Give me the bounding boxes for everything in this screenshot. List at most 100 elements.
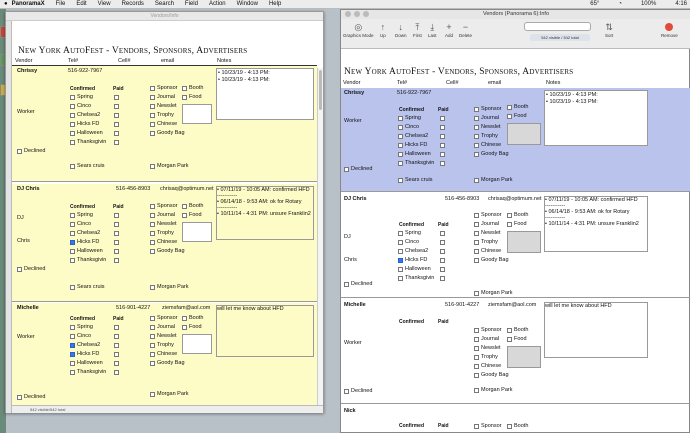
sponsor-checkbox[interactable] [150, 86, 155, 91]
chinese-checkbox[interactable] [150, 352, 155, 357]
paid-checkbox[interactable] [114, 104, 119, 109]
email-field[interactable]: chrisaq@optimum.net [488, 196, 542, 202]
booth-checkbox[interactable] [182, 86, 187, 91]
newsletter-checkbox[interactable] [474, 231, 479, 236]
delete-button[interactable]: − Delete [459, 21, 472, 38]
newsletter-checkbox[interactable] [150, 334, 155, 339]
confirmed-halloween-checkbox[interactable] [70, 249, 75, 254]
vendor-name[interactable]: Nick [344, 408, 356, 414]
confirmed-thanksgiving-checkbox[interactable] [398, 161, 403, 166]
notes-field[interactable]: • 07/11/19 - 10:05 AM: confirmed HFD ---… [216, 186, 314, 240]
vendor-line3[interactable]: Chris [344, 257, 357, 263]
paid-checkbox[interactable] [440, 161, 445, 166]
confirmed-hicks-checkbox[interactable] [70, 352, 75, 357]
notes-field[interactable]: • 07/11/19 - 10:05 AM: confirmed HFD ---… [544, 196, 648, 252]
goody-bag-checkbox[interactable] [474, 373, 479, 378]
goody-bag-checkbox[interactable] [150, 131, 155, 136]
menu-help[interactable]: Help [269, 1, 281, 7]
last-button[interactable]: ⤓ Last [428, 21, 437, 38]
vendor-name[interactable]: Michelle [344, 302, 366, 308]
paid-checkbox[interactable] [114, 122, 119, 127]
confirmed-cinco-checkbox[interactable] [398, 240, 403, 245]
chinese-checkbox[interactable] [150, 122, 155, 127]
confirmed-halloween-checkbox[interactable] [70, 131, 75, 136]
minimize-icon[interactable] [354, 11, 360, 17]
paid-checkbox[interactable] [440, 116, 445, 121]
down-button[interactable]: ↓ Down [395, 21, 407, 38]
confirmed-spring-checkbox[interactable] [398, 231, 403, 236]
vendor-name[interactable]: Chrissy [17, 68, 37, 74]
paid-checkbox[interactable] [114, 140, 119, 145]
goody-bag-checkbox[interactable] [474, 258, 479, 263]
scroll-thumb[interactable] [319, 70, 322, 110]
sort-button[interactable]: ⇅ Sort [605, 21, 613, 38]
paid-checkbox[interactable] [440, 267, 445, 272]
journal-checkbox[interactable] [150, 325, 155, 330]
vendor-name[interactable]: DJ Chris [17, 186, 40, 192]
booth-notes-field[interactable] [507, 346, 541, 368]
vendor-name[interactable]: Michelle [17, 305, 39, 311]
newsletter-checkbox[interactable] [150, 222, 155, 227]
menu-view[interactable]: View [98, 1, 111, 7]
menu-window[interactable]: Window [237, 1, 258, 7]
journal-checkbox[interactable] [150, 95, 155, 100]
confirmed-hicks-checkbox[interactable] [70, 122, 75, 127]
tel-field[interactable]: 516-901-4227 [445, 302, 479, 308]
booth-notes-field[interactable] [507, 123, 541, 145]
confirmed-thanksgiving-checkbox[interactable] [70, 370, 75, 375]
trophy-checkbox[interactable] [150, 113, 155, 118]
confirmed-cinco-checkbox[interactable] [70, 334, 75, 339]
tel-field[interactable]: 516-456-8903 [445, 196, 479, 202]
booth-notes-field[interactable] [182, 104, 212, 124]
trophy-checkbox[interactable] [150, 231, 155, 236]
trophy-checkbox[interactable] [150, 343, 155, 348]
left-scrollbar[interactable] [317, 68, 323, 405]
tel-field[interactable]: 516-922-7967 [68, 68, 102, 74]
remove-button[interactable]: Remove [661, 21, 678, 38]
tel-field[interactable]: 516-456-8903 [116, 186, 150, 192]
notes-field[interactable]: • 10/23/19 - 4:13 PM: • 10/23/19 - 4:13 … [216, 68, 314, 120]
chinese-checkbox[interactable] [150, 240, 155, 245]
email-field[interactable]: ziemsfam@aol.com [162, 305, 210, 311]
declined-checkbox[interactable] [17, 267, 22, 272]
sears-checkbox[interactable] [398, 178, 403, 183]
record-dj-chris[interactable]: DJ Chris 516-456-8903 chrisaq@optimum.ne… [12, 184, 317, 302]
paid-checkbox[interactable] [114, 113, 119, 118]
paid-checkbox[interactable] [440, 134, 445, 139]
paid-checkbox[interactable] [440, 143, 445, 148]
menu-edit[interactable]: Edit [76, 1, 86, 7]
sponsor-checkbox[interactable] [474, 213, 479, 218]
chinese-checkbox[interactable] [474, 249, 479, 254]
record-michelle[interactable]: Michelle 516-901-4227 ziemsfam@aol.com w… [341, 300, 690, 404]
food-checkbox[interactable] [182, 95, 187, 100]
newsletter-checkbox[interactable] [474, 125, 479, 130]
confirmed-chelsea2-checkbox[interactable] [70, 231, 75, 236]
booth-checkbox[interactable] [507, 213, 512, 218]
sponsor-checkbox[interactable] [150, 316, 155, 321]
vendor-role[interactable]: Worker [344, 118, 362, 124]
notes-field[interactable]: will let me know about HFD [216, 305, 314, 357]
morgan-park-checkbox[interactable] [474, 291, 479, 296]
graphics-mode-button[interactable]: ◎ Graphics Mode [343, 21, 374, 38]
tel-field[interactable]: 516-922-7967 [397, 90, 431, 96]
email-field[interactable]: ziemsfam@aol.com [488, 302, 536, 308]
first-button[interactable]: ⤒ First [413, 21, 422, 38]
vendor-name[interactable]: DJ Chris [344, 196, 367, 202]
morgan-park-checkbox[interactable] [150, 392, 155, 397]
vendor-role[interactable]: Worker [17, 334, 35, 340]
menu-field[interactable]: Field [185, 1, 198, 7]
booth-checkbox[interactable] [182, 204, 187, 209]
journal-checkbox[interactable] [474, 337, 479, 342]
paid-checkbox[interactable] [440, 276, 445, 281]
newsletter-checkbox[interactable] [150, 104, 155, 109]
confirmed-thanksgiving-checkbox[interactable] [398, 276, 403, 281]
confirmed-hicks-checkbox[interactable] [398, 258, 403, 263]
booth-checkbox[interactable] [507, 424, 512, 429]
journal-checkbox[interactable] [150, 213, 155, 218]
morgan-park-checkbox[interactable] [474, 178, 479, 183]
paid-checkbox[interactable] [114, 325, 119, 330]
record-dj-chris[interactable]: DJ Chris 516-456-8903 chrisaq@optimum.ne… [341, 194, 690, 298]
confirmed-spring-checkbox[interactable] [70, 95, 75, 100]
food-checkbox[interactable] [507, 337, 512, 342]
food-checkbox[interactable] [182, 325, 187, 330]
